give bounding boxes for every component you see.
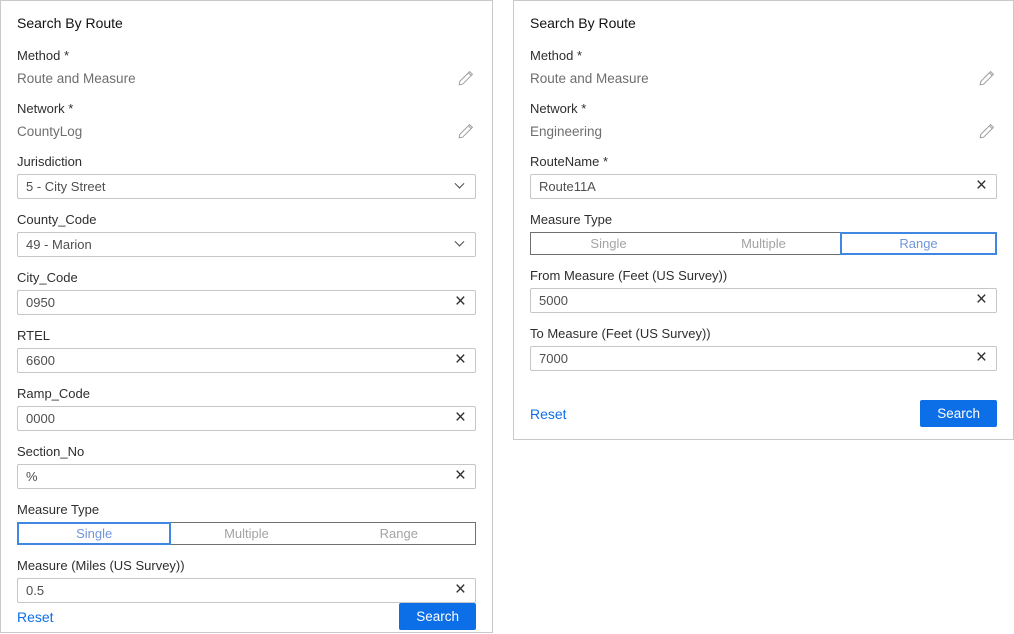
selected-option: 49 - Marion bbox=[18, 237, 456, 252]
clear-x-icon[interactable]: × bbox=[449, 350, 475, 371]
clear-x-icon[interactable]: × bbox=[449, 466, 475, 487]
field-network: Network * Engineering bbox=[530, 101, 997, 141]
field-from-measure: From Measure (Feet (US Survey)) × bbox=[530, 268, 997, 313]
page: Search By Route Method * Route and Measu… bbox=[0, 0, 1014, 634]
field-city-code: City_Code × bbox=[17, 270, 476, 315]
ramp-code-input[interactable] bbox=[18, 407, 449, 430]
clear-x-icon[interactable]: × bbox=[449, 292, 475, 313]
reset-link[interactable]: Reset bbox=[530, 406, 567, 422]
field-rtel: RTEL × bbox=[17, 328, 476, 373]
edit-pencil-icon[interactable] bbox=[458, 123, 474, 139]
field-label: City_Code bbox=[17, 270, 476, 286]
field-label: Ramp_Code bbox=[17, 386, 476, 402]
field-measure-type: Measure Type Single Multiple Range bbox=[530, 212, 997, 255]
tab-single[interactable]: Single bbox=[18, 523, 170, 544]
field-label: RTEL bbox=[17, 328, 476, 344]
field-measure: Measure (Miles (US Survey)) × bbox=[17, 558, 476, 603]
search-button[interactable]: Search bbox=[920, 400, 997, 427]
field-label: Network * bbox=[17, 101, 476, 117]
clear-x-icon[interactable]: × bbox=[970, 348, 996, 369]
measure-input[interactable] bbox=[18, 579, 449, 602]
network-value: Engineering bbox=[530, 124, 602, 139]
clear-x-icon[interactable]: × bbox=[970, 176, 996, 197]
tab-multiple[interactable]: Multiple bbox=[170, 523, 322, 544]
field-route-name: RouteName * × bbox=[530, 154, 997, 199]
network-value: CountyLog bbox=[17, 124, 82, 139]
field-method: Method * Route and Measure bbox=[530, 48, 997, 88]
field-label: Section_No bbox=[17, 444, 476, 460]
clear-x-icon[interactable]: × bbox=[449, 580, 475, 601]
field-jurisdiction: Jurisdiction 5 - City Street bbox=[17, 154, 476, 199]
field-ramp-code: Ramp_Code × bbox=[17, 386, 476, 431]
edit-pencil-icon[interactable] bbox=[458, 70, 474, 86]
jurisdiction-select[interactable]: 5 - City Street bbox=[17, 174, 476, 199]
field-method: Method * Route and Measure bbox=[17, 48, 476, 88]
selected-option: 5 - City Street bbox=[18, 179, 456, 194]
field-label: Method * bbox=[17, 48, 476, 64]
tab-multiple[interactable]: Multiple bbox=[686, 233, 841, 254]
method-value: Route and Measure bbox=[17, 71, 136, 86]
field-network: Network * CountyLog bbox=[17, 101, 476, 141]
rtel-input[interactable] bbox=[18, 349, 449, 372]
clear-x-icon[interactable]: × bbox=[970, 290, 996, 311]
field-label: RouteName * bbox=[530, 154, 997, 170]
field-measure-type: Measure Type Single Multiple Range bbox=[17, 502, 476, 545]
measure-type-tabs: Single Multiple Range bbox=[17, 522, 476, 545]
county-code-select[interactable]: 49 - Marion bbox=[17, 232, 476, 257]
method-value: Route and Measure bbox=[530, 71, 649, 86]
field-label: Method * bbox=[530, 48, 997, 64]
chevron-down-icon bbox=[455, 179, 465, 189]
field-label: From Measure (Feet (US Survey)) bbox=[530, 268, 997, 284]
field-label: Network * bbox=[530, 101, 997, 117]
field-label: To Measure (Feet (US Survey)) bbox=[530, 326, 997, 342]
field-section-no: Section_No × bbox=[17, 444, 476, 489]
field-label: Measure Type bbox=[17, 502, 476, 518]
city-code-input[interactable] bbox=[18, 291, 449, 314]
panel-title: Search By Route bbox=[530, 15, 997, 31]
measure-type-tabs: Single Multiple Range bbox=[530, 232, 997, 255]
edit-pencil-icon[interactable] bbox=[979, 70, 995, 86]
field-label: County_Code bbox=[17, 212, 476, 228]
panel-footer: Reset Search bbox=[17, 603, 476, 630]
from-measure-input[interactable] bbox=[531, 289, 970, 312]
tab-range[interactable]: Range bbox=[323, 523, 475, 544]
search-button[interactable]: Search bbox=[399, 603, 476, 630]
field-county-code: County_Code 49 - Marion bbox=[17, 212, 476, 257]
field-label: Measure (Miles (US Survey)) bbox=[17, 558, 476, 574]
panel-title: Search By Route bbox=[17, 15, 476, 31]
search-by-route-panel-right: Search By Route Method * Route and Measu… bbox=[513, 0, 1014, 440]
route-name-input[interactable] bbox=[531, 175, 970, 198]
section-no-input[interactable] bbox=[18, 465, 449, 488]
edit-pencil-icon[interactable] bbox=[979, 123, 995, 139]
panel-footer: Reset Search bbox=[530, 400, 997, 427]
clear-x-icon[interactable]: × bbox=[449, 408, 475, 429]
tab-single[interactable]: Single bbox=[531, 233, 686, 254]
field-to-measure: To Measure (Feet (US Survey)) × bbox=[530, 326, 997, 371]
search-by-route-panel-left: Search By Route Method * Route and Measu… bbox=[0, 0, 493, 633]
to-measure-input[interactable] bbox=[531, 347, 970, 370]
field-label: Measure Type bbox=[530, 212, 997, 228]
chevron-down-icon bbox=[455, 237, 465, 247]
tab-range[interactable]: Range bbox=[841, 233, 996, 254]
reset-link[interactable]: Reset bbox=[17, 609, 54, 625]
field-label: Jurisdiction bbox=[17, 154, 476, 170]
